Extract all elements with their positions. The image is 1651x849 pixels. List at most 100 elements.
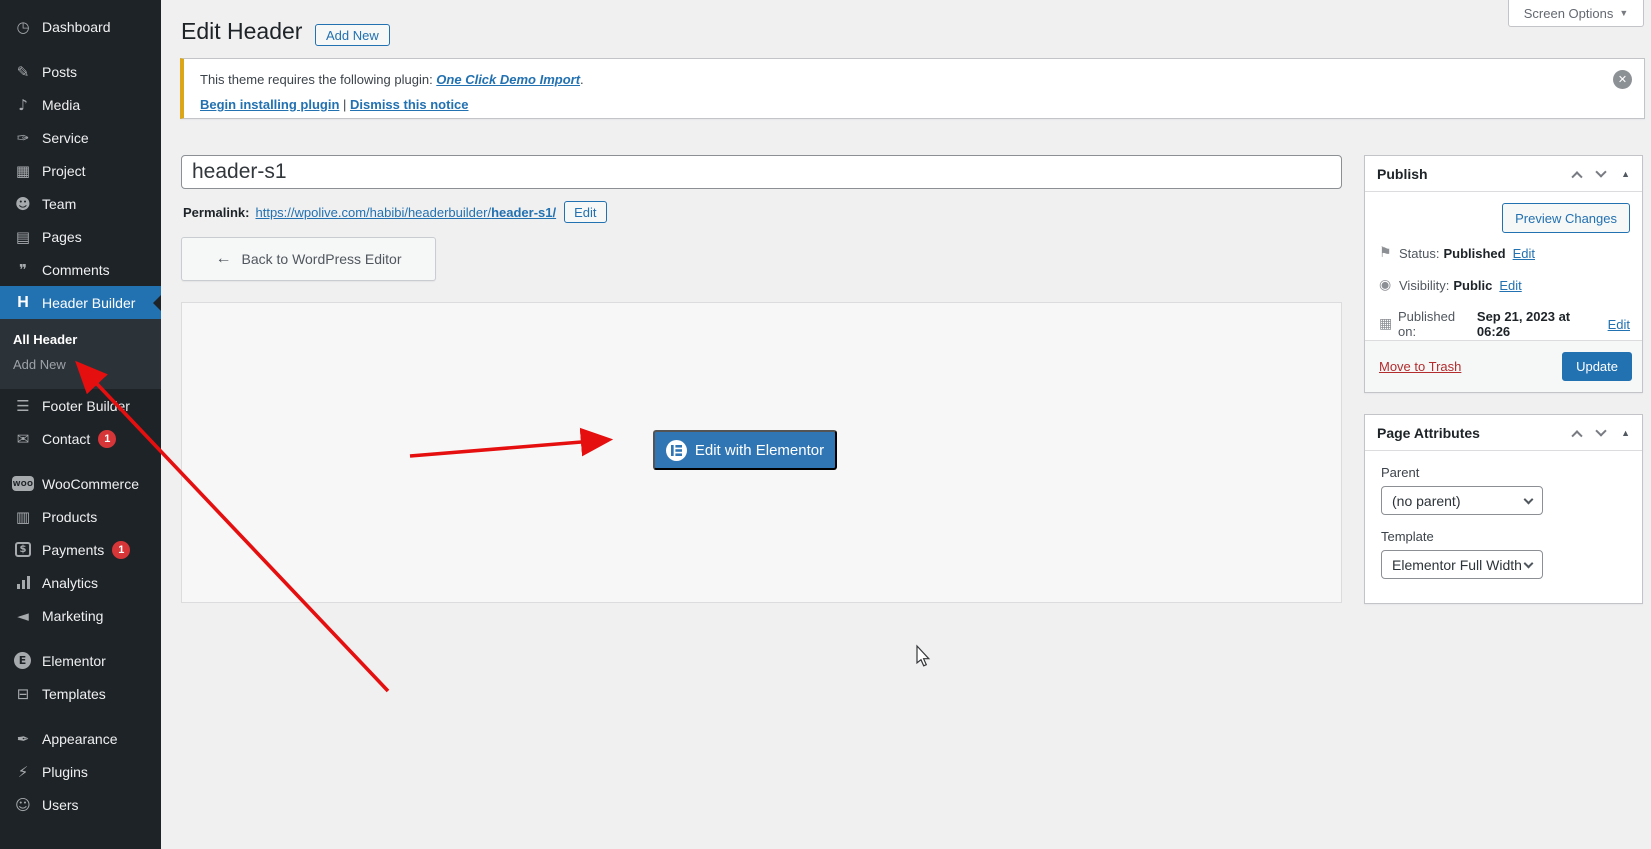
permalink-link[interactable]: https://wpolive.com/habibi/headerbuilder… [255,205,556,220]
post-title-input[interactable] [181,155,1342,189]
sidebar-item-label: Posts [42,64,77,80]
back-button-label: Back to WordPress Editor [241,251,401,267]
wordpress-admin-page: ◷ Dashboard ✎Posts♪Media ✑ Service ▦Project ☻ T… [0,0,1651,849]
sidebar-item-header-builder[interactable]: HHeader Builder [0,286,161,319]
edit-with-elementor-button[interactable]: Edit with Elementor [653,430,837,470]
active-item-arrow [153,295,161,311]
collapse-panel-icon[interactable]: ▲ [1621,169,1630,179]
update-button[interactable]: Update [1562,352,1632,381]
sidebar-item-label: Marketing [42,608,103,624]
team-icon: ☻ [12,195,34,213]
chevron-down-icon [1524,494,1534,504]
calendar-icon: ▦ [1379,316,1398,332]
notice-text: This theme requires the following plugin… [200,72,436,87]
products-icon: ▥ [12,508,34,526]
move-down-icon[interactable] [1595,166,1606,177]
sidebar-item-payments[interactable]: $Payments1 [0,533,161,566]
marketing-icon: ◄ [12,607,34,625]
dismiss-notice-link[interactable]: Dismiss this notice [350,97,468,112]
sidebar-item-templates[interactable]: ⊟Templates [0,677,161,710]
notice-actions: Begin installing plugin | Dismiss this n… [200,95,1600,114]
templates-icon: ⊟ [12,685,34,703]
add-new-button[interactable]: Add New [315,24,390,46]
chevron-down-icon: ▼ [1619,8,1628,18]
chevron-down-icon [1524,558,1534,568]
sidebar-item-dashboard[interactable]: ◷ Dashboard [0,10,161,43]
sidebar-subitem-all-header[interactable]: All Header [0,327,161,352]
published-label: Published on: [1398,309,1473,339]
permalink-slug: header-s1/ [491,205,556,220]
sidebar-item-label: Users [42,797,79,813]
parent-select[interactable]: (no parent) [1381,486,1543,515]
permalink-url: https://wpolive.com/habibi/headerbuilder… [255,205,491,220]
sidebar-item-label: Team [42,196,76,212]
status-row: ⚑ Status: Published Edit [1365,237,1642,269]
sidebar-item-label: Header Builder [42,295,135,311]
page-attributes-header[interactable]: Page Attributes ▲ [1365,415,1642,451]
sidebar-item-users[interactable]: ☺Users [0,788,161,821]
screen-options-button[interactable]: Screen Options ▼ [1508,0,1644,27]
move-to-trash-link[interactable]: Move to Trash [1379,359,1461,374]
sidebar-item-label: Appearance [42,731,118,747]
parent-label: Parent [1381,465,1642,480]
sidebar-item-label: Plugins [42,764,88,780]
publish-footer: Move to Trash Update [1365,340,1642,392]
sidebar-item-media[interactable]: ♪Media [0,88,161,121]
sidebar-item-service[interactable]: ✑ Service [0,121,161,154]
permalink-edit-button[interactable]: Edit [564,201,606,223]
edit-status-link[interactable]: Edit [1513,246,1535,261]
plugin-link[interactable]: One Click Demo Import [436,72,580,87]
sidebar-item-label: Media [42,97,80,113]
admin-sidebar: ◷ Dashboard ✎Posts♪Media ✑ Service ▦Project ☻ T… [0,0,161,849]
sidebar-item-appearance[interactable]: ✒Appearance [0,722,161,755]
move-up-icon[interactable] [1571,171,1582,182]
screen-options-label: Screen Options [1524,6,1614,21]
collapse-panel-icon[interactable]: ▲ [1621,428,1630,438]
edit-visibility-link[interactable]: Edit [1499,278,1521,293]
plugin-notice: This theme requires the following plugin… [180,58,1645,119]
preview-row: Preview Changes [1365,192,1642,237]
count-badge: 1 [112,541,130,559]
service-icon: ✑ [12,129,34,147]
back-to-wordpress-editor-button[interactable]: ← Back to WordPress Editor [181,237,436,281]
edit-date-link[interactable]: Edit [1608,317,1630,332]
sidebar-item-posts[interactable]: ✎Posts [0,55,161,88]
pages-icon: ▤ [12,228,34,246]
dismiss-icon[interactable]: ✕ [1613,70,1632,89]
sidebar-item-label: Analytics [42,575,98,591]
sidebar-item-label: Dashboard [42,19,111,35]
project-icon: ▦ [12,162,34,180]
template-select[interactable]: Elementor Full Width [1381,550,1543,579]
sidebar-item-footer-builder[interactable]: ☰Footer Builder [0,389,161,422]
template-label: Template [1381,529,1642,544]
sidebar-subitem-add-new-header[interactable]: Add New [0,352,161,377]
move-down-icon[interactable] [1595,425,1606,436]
visibility-row: ◉ Visibility: Public Edit [1365,269,1642,301]
sidebar-item-label: Comments [42,262,110,278]
sidebar-item-comments[interactable]: ❞Comments [0,253,161,286]
sidebar-item-project[interactable]: ▦Project [0,154,161,187]
elementor-logo-icon [666,440,687,461]
publish-box-controls: ▲ [1573,169,1630,179]
published-value: Sep 21, 2023 at 06:26 [1477,309,1601,339]
sidebar-item-products[interactable]: ▥ Products [0,500,161,533]
preview-changes-button[interactable]: Preview Changes [1502,203,1630,233]
sidebar-item-label: Products [42,509,97,525]
publish-box: Publish ▲ Preview Changes ⚑ Status: Publ… [1364,155,1643,393]
begin-installing-link[interactable]: Begin installing plugin [200,97,339,112]
sidebar-item-pages[interactable]: ▤ Pages [0,220,161,253]
sidebar-item-team[interactable]: ☻ Team [0,187,161,220]
sidebar-item-plugins[interactable]: ⚡Plugins [0,755,161,788]
sidebar-item-label: Service [42,130,89,146]
sidebar-item-label: Pages [42,229,82,245]
move-up-icon[interactable] [1571,430,1582,441]
status-value: Published [1443,246,1505,261]
sidebar-item-contact[interactable]: ✉Contact1 [0,422,161,455]
dashboard-icon: ◷ [12,18,34,36]
sidebar-item-woocommerce[interactable]: WOOWooCommerce [0,467,161,500]
sidebar-item-elementor[interactable]: EElementor [0,644,161,677]
publish-box-header[interactable]: Publish ▲ [1365,156,1642,192]
notice-message: This theme requires the following plugin… [200,70,1600,89]
sidebar-item-analytics[interactable]: Analytics [0,566,161,599]
sidebar-item-marketing[interactable]: ◄ Marketing [0,599,161,632]
